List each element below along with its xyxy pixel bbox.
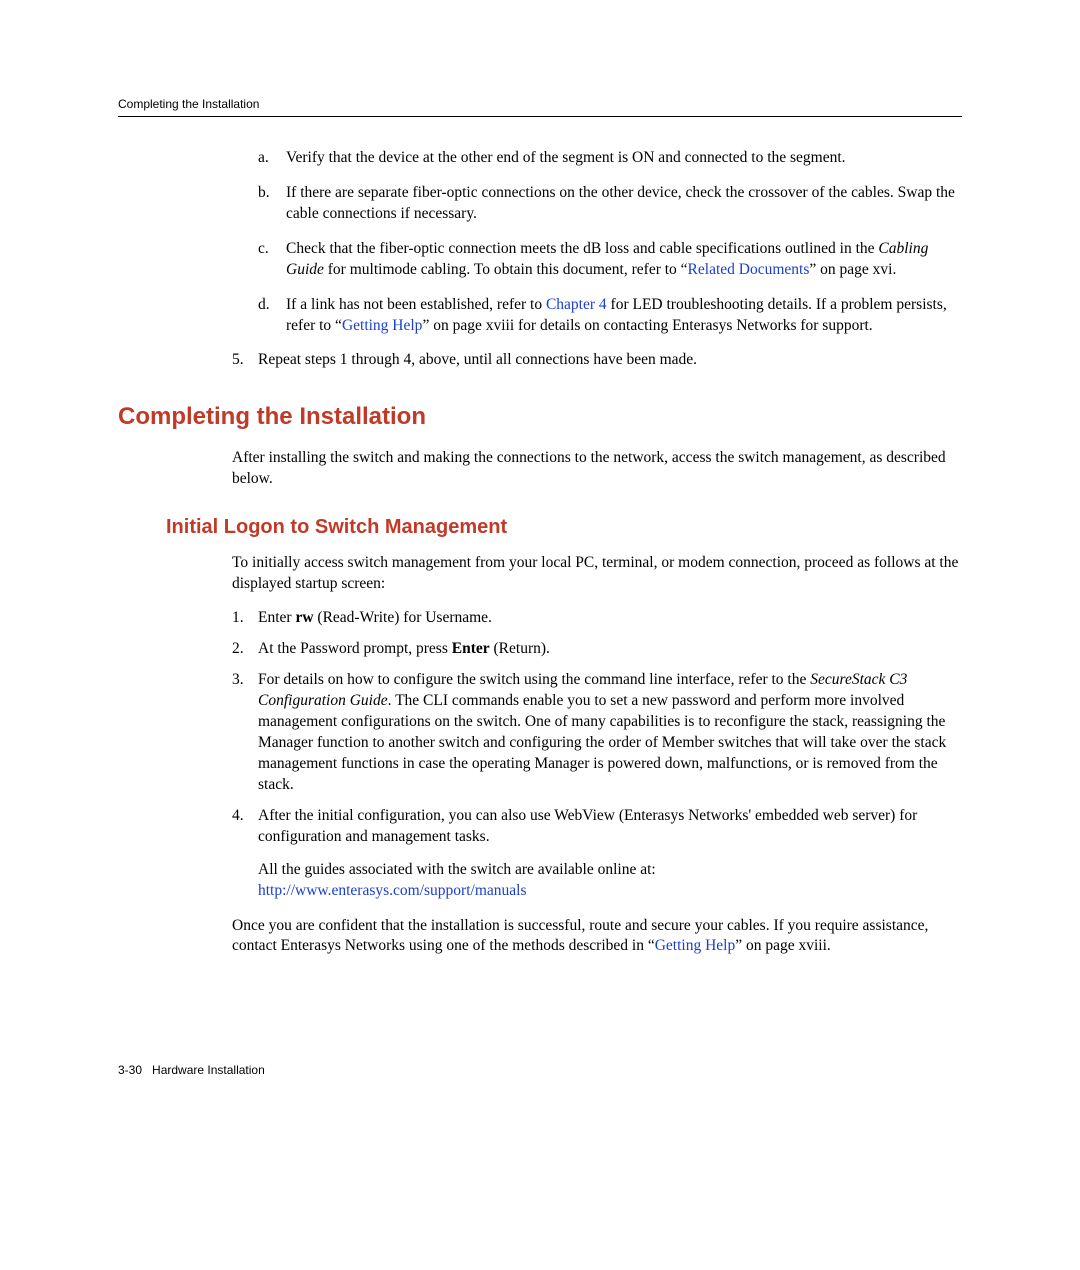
sub-step-text: Verify that the device at the other end …: [286, 148, 962, 169]
text-segment: At the Password prompt, press: [258, 640, 452, 657]
sub-step-letter: a.: [258, 148, 286, 169]
initial-logon-intro: To initially access switch management fr…: [232, 553, 962, 595]
sub-step-a: a. Verify that the device at the other e…: [258, 148, 962, 169]
step-text: After the initial configuration, you can…: [258, 806, 962, 902]
bold-text: rw: [295, 609, 313, 626]
step-5: 5. Repeat steps 1 through 4, above, unti…: [232, 350, 962, 371]
sub-step-text: Check that the fiber-optic connection me…: [286, 239, 962, 281]
step-text: Repeat steps 1 through 4, above, until a…: [258, 350, 962, 371]
logon-step-list: 1. Enter rw (Read-Write) for Username. 2…: [232, 608, 962, 901]
step-number: 4.: [232, 806, 258, 902]
page-number: 3-30: [118, 1063, 142, 1077]
header-title: Completing the Installation: [118, 97, 259, 111]
sub-step-letter: b.: [258, 183, 286, 225]
xref-link[interactable]: Related Documents: [688, 261, 810, 278]
completing-intro: After installing the switch and making t…: [232, 448, 962, 490]
step-number: 5.: [232, 350, 258, 371]
page-footer: 3-30 Hardware Installation: [118, 1062, 265, 1078]
sub-step-text: If a link has not been established, refe…: [286, 295, 962, 337]
logon-step-2: 2. At the Password prompt, press Enter (…: [232, 639, 962, 660]
page-content: a. Verify that the device at the other e…: [118, 148, 962, 969]
text-segment: Enter: [258, 609, 295, 626]
logon-step-4: 4. After the initial configuration, you …: [232, 806, 962, 902]
bold-text: Enter: [452, 640, 490, 657]
step-text: For details on how to configure the swit…: [258, 670, 962, 796]
step-list: 5. Repeat steps 1 through 4, above, unti…: [232, 350, 962, 371]
text-segment: ” on page xviii.: [735, 937, 831, 954]
text-segment: (Return).: [490, 640, 550, 657]
page-header: Completing the Installation: [118, 96, 962, 117]
url-link[interactable]: http://www.enterasys.com/support/manuals: [258, 882, 526, 899]
text-segment: After the initial configuration, you can…: [258, 807, 917, 845]
sub-step-text: If there are separate fiber-optic connec…: [286, 183, 962, 225]
text-segment: Check that the fiber-optic connection me…: [286, 240, 878, 257]
sub-step-d: d. If a link has not been established, r…: [258, 295, 962, 337]
logon-step-1: 1. Enter rw (Read-Write) for Username.: [232, 608, 962, 629]
xref-link[interactable]: Getting Help: [655, 937, 736, 954]
sub-step-c: c. Check that the fiber-optic connection…: [258, 239, 962, 281]
sub-step-list: a. Verify that the device at the other e…: [258, 148, 962, 336]
logon-step-3: 3. For details on how to configure the s…: [232, 670, 962, 796]
sub-step-letter: c.: [258, 239, 286, 281]
document-page: Completing the Installation a. Verify th…: [0, 0, 1080, 1270]
closing-paragraph: Once you are confident that the installa…: [232, 916, 962, 958]
sub-step-letter: d.: [258, 295, 286, 337]
heading-completing: Completing the Installation: [118, 401, 962, 433]
xref-link[interactable]: Getting Help: [342, 317, 423, 334]
step-text: Enter rw (Read-Write) for Username.: [258, 608, 962, 629]
step-number: 1.: [232, 608, 258, 629]
text-segment: All the guides associated with the switc…: [258, 861, 656, 878]
text-segment: (Read-Write) for Username.: [314, 609, 492, 626]
text-segment: If a link has not been established, refe…: [286, 296, 546, 313]
footer-title: Hardware Installation: [152, 1063, 265, 1077]
text-segment: ” on page xvi.: [809, 261, 896, 278]
sub-step-b: b. If there are separate fiber-optic con…: [258, 183, 962, 225]
text-segment: ” on page xviii for details on contactin…: [422, 317, 872, 334]
text-segment: For details on how to configure the swit…: [258, 671, 810, 688]
step-number: 3.: [232, 670, 258, 796]
heading-initial-logon: Initial Logon to Switch Management: [166, 514, 962, 541]
step-text: At the Password prompt, press Enter (Ret…: [258, 639, 962, 660]
step-number: 2.: [232, 639, 258, 660]
step-4-note: All the guides associated with the switc…: [258, 860, 962, 902]
xref-link[interactable]: Chapter 4: [546, 296, 607, 313]
text-segment: for multimode cabling. To obtain this do…: [324, 261, 688, 278]
